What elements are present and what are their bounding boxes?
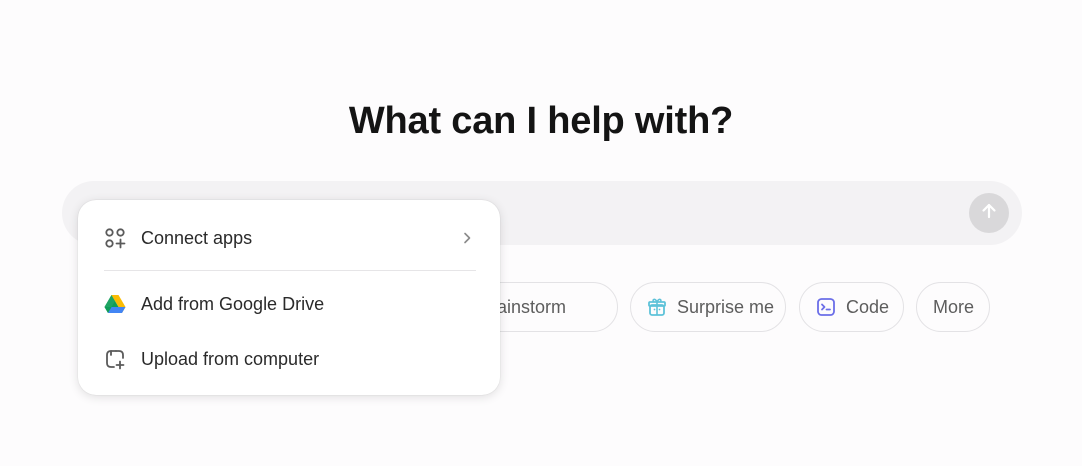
menu-item-label: Add from Google Drive	[141, 293, 325, 314]
attach-menu: Connect apps Add from Google Drive Uploa…	[78, 200, 500, 395]
upload-file-icon	[104, 348, 126, 370]
menu-item-upload-computer[interactable]: Upload from computer	[78, 333, 500, 385]
menu-item-google-drive[interactable]: Add from Google Drive	[78, 278, 500, 330]
menu-divider	[104, 270, 476, 271]
chip-label: Code	[846, 296, 890, 317]
arrow-up-icon	[979, 201, 999, 226]
main-page: What can I help with? Brainstorm Surpris…	[0, 0, 1082, 466]
apps-grid-plus-icon	[104, 227, 126, 249]
code-chip[interactable]: Code	[799, 282, 904, 332]
chevron-right-icon	[460, 231, 474, 245]
chip-label: Surprise me	[677, 296, 775, 317]
page-title: What can I help with?	[348, 100, 734, 142]
more-chip[interactable]: More	[916, 282, 990, 332]
menu-item-connect-apps[interactable]: Connect apps	[78, 212, 500, 264]
send-button[interactable]	[969, 193, 1009, 233]
terminal-icon	[816, 297, 836, 317]
google-drive-icon	[104, 293, 126, 315]
chip-label: More	[933, 296, 975, 317]
menu-item-label: Connect apps	[141, 227, 253, 248]
surprise-me-chip[interactable]: Surprise me	[630, 282, 786, 332]
gift-icon	[647, 297, 667, 317]
menu-item-label: Upload from computer	[141, 348, 320, 369]
